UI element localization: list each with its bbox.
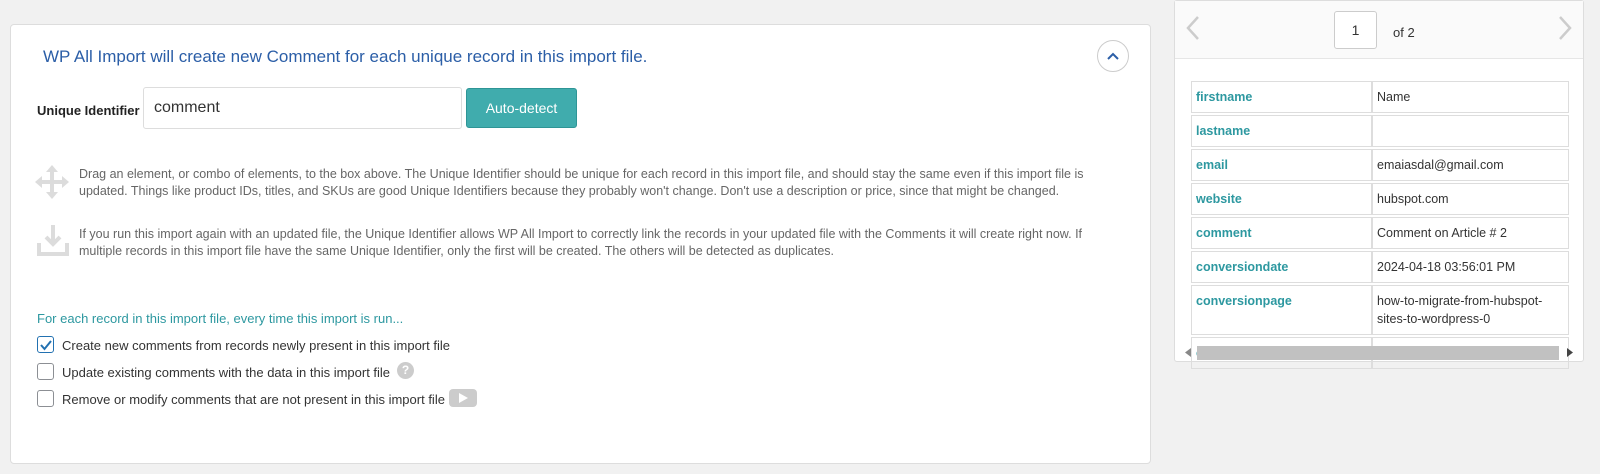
page-of-label: of — [1393, 25, 1404, 40]
record-key[interactable]: website — [1191, 183, 1372, 215]
record-key[interactable]: conversiondate — [1191, 251, 1372, 283]
update-existing-label: Update existing comments with the data i… — [62, 365, 391, 380]
record-value: how-to-migrate-from-hubspot-sites-to-wor… — [1372, 285, 1569, 335]
record-value: 2024-04-18 03:56:01 PM — [1372, 251, 1569, 283]
record-key[interactable]: comment — [1191, 217, 1372, 249]
collapse-button[interactable] — [1097, 40, 1129, 72]
page-number-input[interactable] — [1334, 11, 1377, 49]
record-value: hubspot.com — [1372, 183, 1569, 215]
chevron-left-icon[interactable] — [1185, 15, 1201, 41]
record-viewer: of 2 firstnameNamelastnameemailemaiasdal… — [1174, 0, 1584, 369]
hint-drag-text: Drag an element, or combo of elements, t… — [79, 167, 1084, 198]
download-icon — [37, 225, 69, 256]
auto-detect-button[interactable]: Auto-detect — [466, 88, 577, 128]
record-key[interactable]: firstname — [1191, 81, 1372, 113]
update-existing-checkbox[interactable] — [37, 363, 54, 380]
record-key[interactable]: lastname — [1191, 115, 1372, 147]
record-value: Name — [1372, 81, 1569, 113]
record-row: website hubspot.com — [1191, 183, 1569, 215]
scroll-right-icon[interactable] — [1567, 348, 1573, 357]
page-count: of 2 — [1393, 25, 1415, 40]
record-row: lastname — [1191, 115, 1569, 147]
remove-missing-checkbox[interactable] — [37, 390, 54, 407]
checkmark-icon — [40, 340, 52, 351]
remove-missing-label: Remove or modify comments that are not p… — [62, 392, 445, 407]
horizontal-scrollbar[interactable] — [1185, 344, 1573, 360]
record-row: conversionpage how-to-migrate-from-hubspo… — [1191, 285, 1569, 335]
import-settings-panel: WP All Import will create new Comment fo… — [10, 24, 1151, 464]
move-icon — [35, 165, 69, 199]
option-update-existing[interactable]: Update existing comments with the data i… — [37, 362, 457, 382]
record-row: firstname Name — [1191, 81, 1569, 113]
record-row: email emaiasdal@gmail.com — [1191, 149, 1569, 181]
create-new-label: Create new comments from records newly p… — [62, 338, 450, 353]
panel-title: WP All Import will create new Comment fo… — [43, 47, 648, 66]
hint-update-text: If you run this import again with an upd… — [79, 227, 1083, 258]
record-row: conversiondate 2024-04-18 03:56:01 PM — [1191, 251, 1569, 283]
help-icon[interactable]: ? — [397, 362, 414, 379]
record-key[interactable]: conversionpage — [1191, 285, 1372, 335]
scroll-thumb[interactable] — [1197, 346, 1559, 360]
chevron-right-icon[interactable] — [1557, 15, 1573, 41]
record-table: firstname Name lastname email emaiasdal@gmai… — [1191, 79, 1569, 371]
chevron-up-icon — [1107, 52, 1119, 60]
option-remove-missing[interactable]: Remove or modify comments that are not p… — [37, 389, 457, 409]
option-create-new[interactable]: Create new comments from records newly p… — [37, 335, 457, 355]
unique-identifier-label: Unique Identifier — [37, 103, 140, 118]
record-pager: of 2 — [1175, 1, 1583, 59]
unique-identifier-input[interactable] — [143, 87, 462, 129]
video-icon[interactable] — [449, 389, 477, 407]
record-value: Comment on Article # 2 — [1372, 217, 1569, 249]
record-key[interactable]: email — [1191, 149, 1372, 181]
each-record-heading: For each record in this import file, eve… — [37, 311, 404, 326]
record-value: emaiasdal@gmail.com — [1372, 149, 1569, 181]
page-total: 2 — [1407, 25, 1415, 40]
record-value — [1372, 115, 1569, 147]
scroll-left-icon[interactable] — [1185, 348, 1191, 357]
create-new-checkbox[interactable] — [37, 336, 54, 353]
record-row: comment Comment on Article # 2 — [1191, 217, 1569, 249]
